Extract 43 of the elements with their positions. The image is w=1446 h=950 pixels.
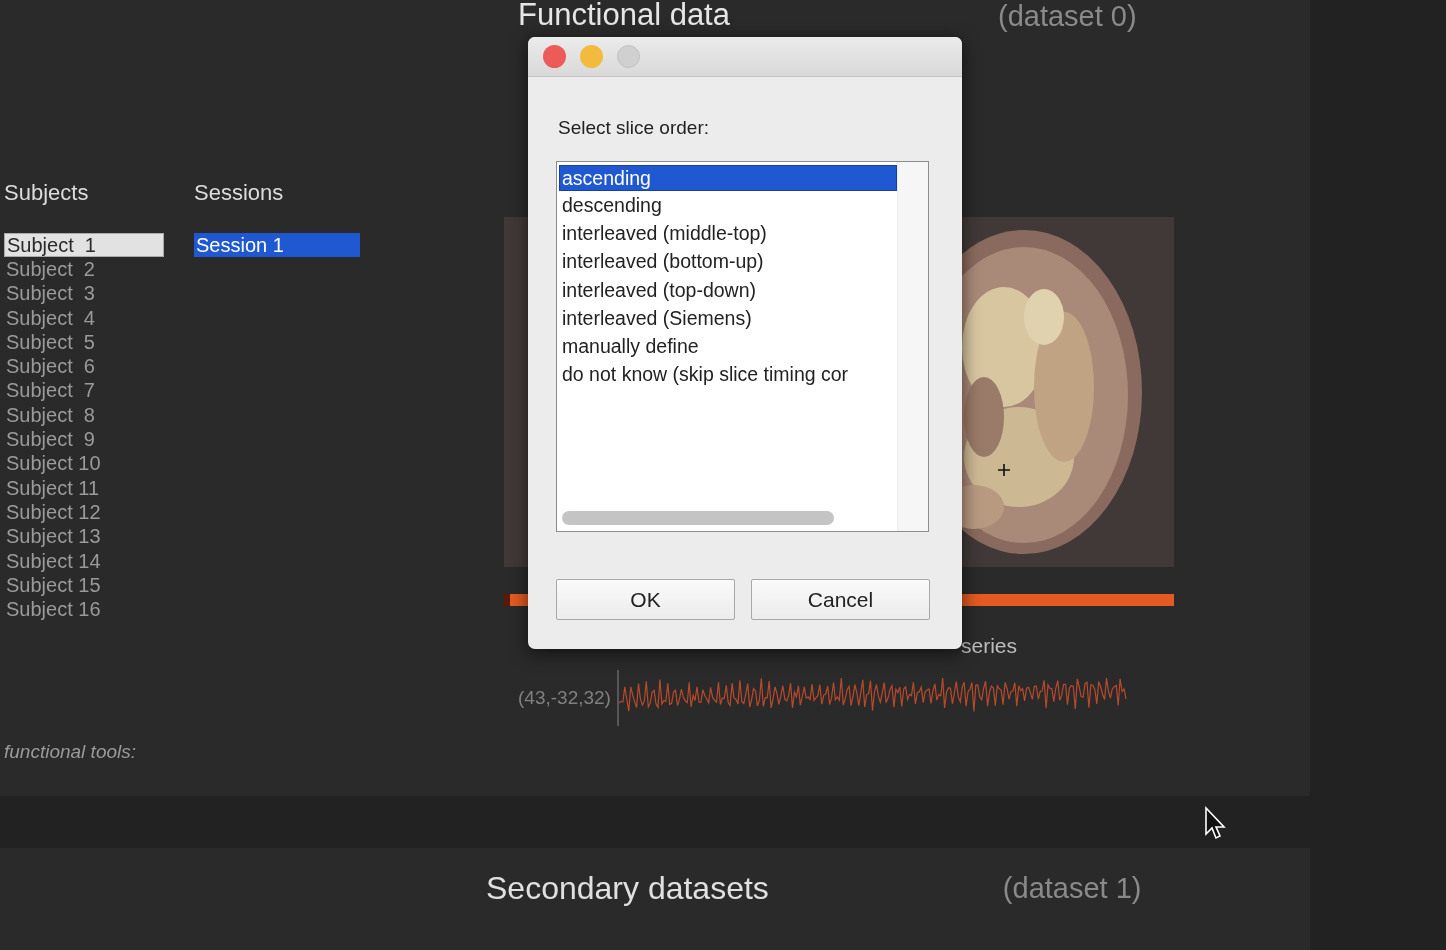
subject-item[interactable]: Subject 2 xyxy=(4,257,164,282)
subject-item[interactable]: Subject 7 xyxy=(4,378,164,403)
subject-item[interactable]: Subject 14 xyxy=(4,548,164,573)
close-button[interactable] xyxy=(543,45,566,68)
tools-label: functional tools: xyxy=(4,741,138,764)
dialog-button[interactable]: Cancel xyxy=(751,579,930,620)
subject-item[interactable]: Subject 1 xyxy=(4,233,164,257)
list-option[interactable]: descending xyxy=(559,191,897,220)
subject-item[interactable]: Subject 5 xyxy=(4,329,164,355)
panel-title: Functional data xyxy=(518,0,730,30)
list-option[interactable]: interleaved (Siemens) xyxy=(559,303,897,332)
sessions-heading: Sessions xyxy=(194,179,285,207)
session-item[interactable]: Session 1 xyxy=(194,233,360,257)
dataset-label: (dataset 1) xyxy=(1002,872,1142,905)
subject-item[interactable]: Subject 11 xyxy=(4,475,164,500)
slice-order-list[interactable]: ascending descending interleaved (middle-top) interleaved (bottom-up) interleaved (top-down) interleaved (Siemens) manually define do not know (skip slice timing cor xyxy=(556,161,929,532)
prompt-label: Select slice order: xyxy=(558,117,710,139)
list-option[interactable]: interleaved (middle-top) xyxy=(559,219,897,248)
list-option[interactable]: ascending xyxy=(559,165,897,191)
subject-item[interactable]: Subject 4 xyxy=(4,305,164,330)
subject-item[interactable]: Subject 15 xyxy=(4,572,164,598)
coordinates-label: (43,-32,32) xyxy=(518,687,611,709)
list-option[interactable]: interleaved (bottom-up) xyxy=(559,247,897,276)
list-option[interactable]: interleaved (top-down) xyxy=(559,275,897,304)
crosshair-icon xyxy=(997,463,1011,477)
subject-item[interactable]: Subject 3 xyxy=(4,281,164,306)
dataset-label: (dataset 0) xyxy=(998,0,1137,32)
subject-item[interactable]: Subject 8 xyxy=(4,402,164,428)
minimize-button[interactable] xyxy=(580,45,603,68)
scrollbar-thumb[interactable] xyxy=(562,511,834,525)
pointer-icon xyxy=(1203,806,1227,842)
subject-item[interactable]: Subject 13 xyxy=(4,524,164,549)
subject-item[interactable]: Subject 10 xyxy=(4,451,164,476)
timeseries-title: series xyxy=(961,634,1019,658)
subject-item[interactable]: Subject 16 xyxy=(4,597,164,622)
subjects-heading: Subjects xyxy=(4,179,90,207)
list-option[interactable]: do not know (skip slice timing cor xyxy=(559,360,897,389)
subject-item[interactable]: Subject 9 xyxy=(4,427,164,452)
list-option[interactable]: manually define xyxy=(559,332,897,361)
subject-item[interactable]: Subject 12 xyxy=(4,499,164,525)
dialog-button[interactable]: OK xyxy=(556,579,735,620)
panel-title: Secondary datasets xyxy=(486,870,769,907)
subject-item[interactable]: Subject 6 xyxy=(4,354,164,379)
